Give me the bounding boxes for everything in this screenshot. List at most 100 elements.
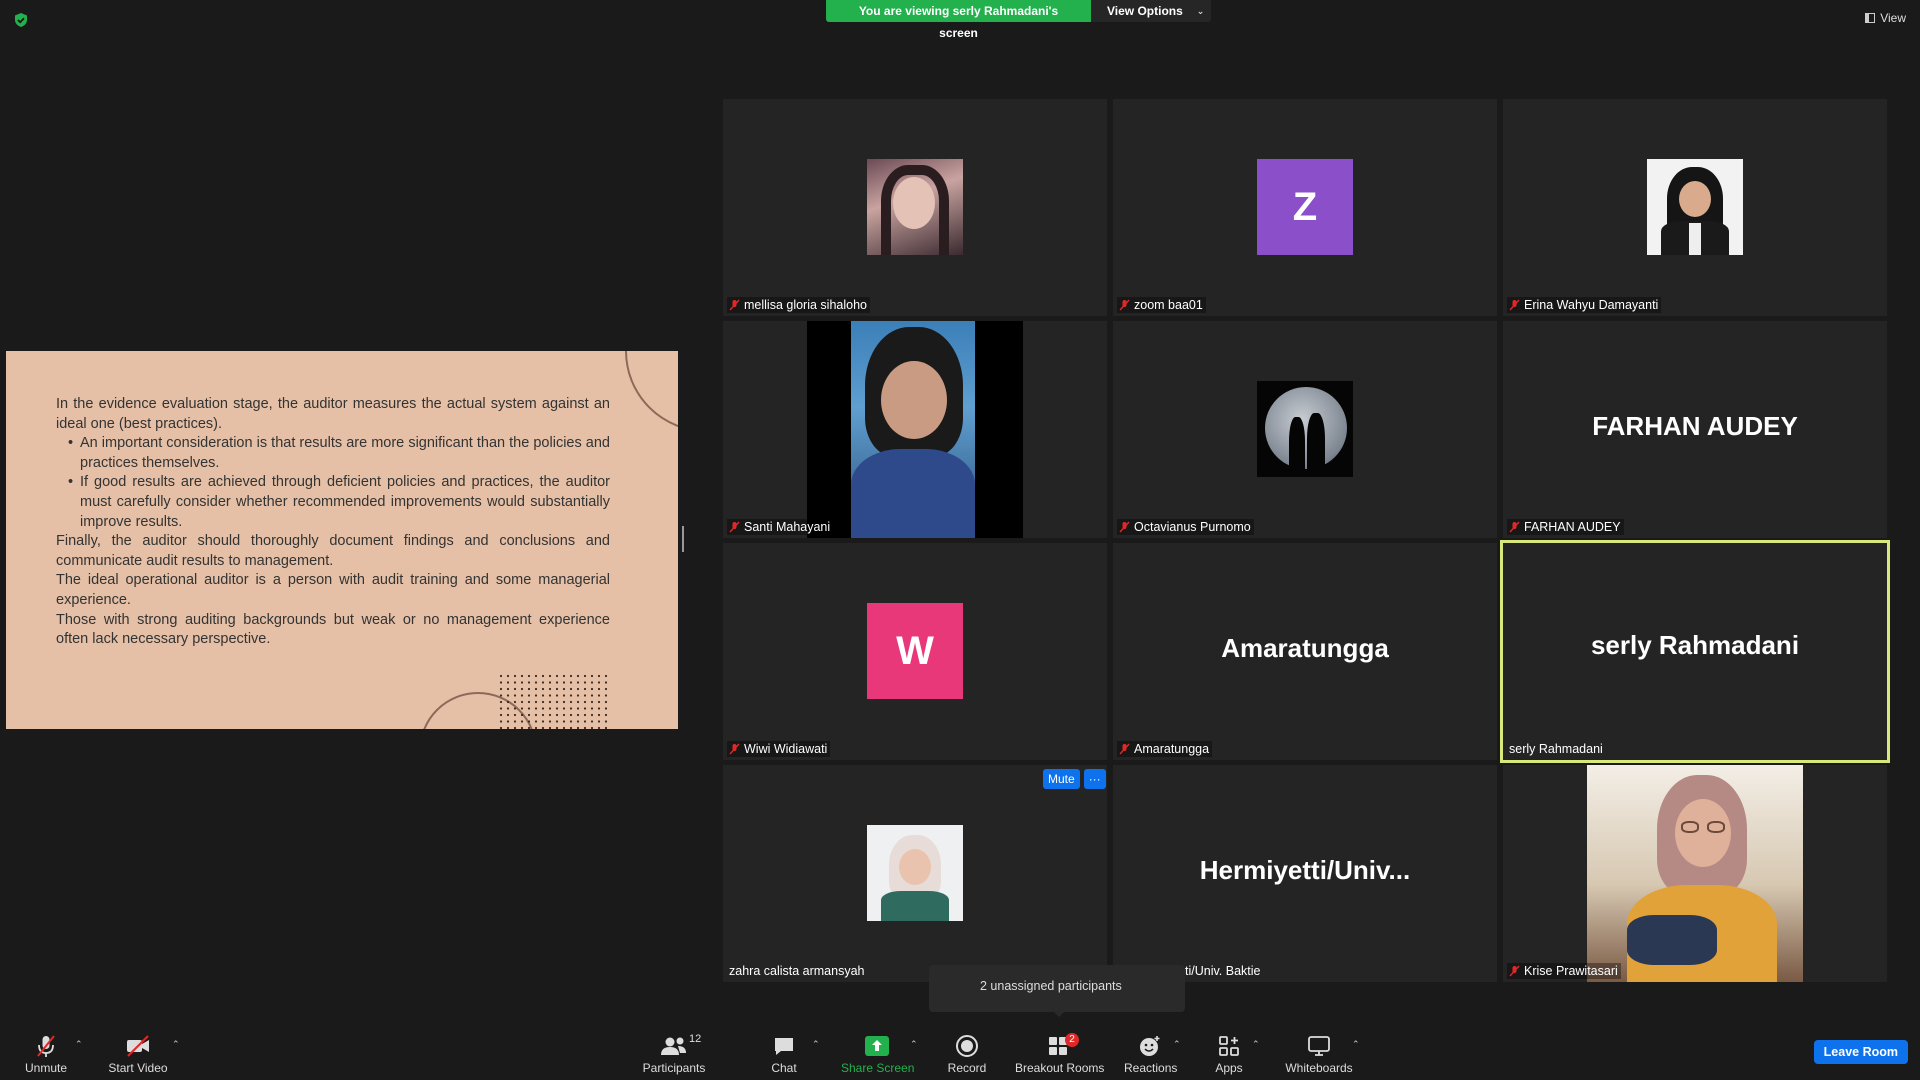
participant-tile[interactable]: FARHAN AUDEY FARHAN AUDEY [1503, 321, 1887, 538]
participant-tile[interactable]: W Wiwi Widiawati [723, 543, 1107, 760]
participant-tile[interactable]: Z zoom baa01 [1113, 99, 1497, 316]
decor-dot [590, 694, 594, 697]
decor-dot [520, 700, 524, 704]
decor-dot [506, 694, 510, 697]
chevron-up-icon[interactable]: ⌃ [75, 1039, 83, 1050]
tile-hover-controls: Mute ··· [1043, 769, 1106, 789]
decor-dot [520, 674, 524, 678]
chevron-up-icon[interactable]: ⌃ [1173, 1039, 1181, 1050]
decor-dot [590, 720, 594, 723]
avatar: W [867, 603, 963, 699]
participant-tile[interactable]: Hermiyetti/Univ... ti/Univ. Baktie [1113, 765, 1497, 982]
decor-dot [541, 674, 545, 678]
shared-screen-slide: In the evidence evaluation stage, the au… [6, 351, 678, 729]
decor-dot [576, 713, 580, 717]
unmute-button[interactable]: Unmute [18, 1033, 74, 1075]
encryption-shield-icon[interactable] [13, 12, 29, 28]
panel-splitter[interactable] [682, 526, 684, 552]
decor-dot [499, 713, 503, 717]
decor-dot [562, 726, 566, 729]
participant-tile[interactable]: Krise Prawitasari [1503, 765, 1887, 982]
apps-button[interactable]: Apps [1214, 1033, 1244, 1075]
decor-dot [541, 707, 545, 710]
decor-dot [548, 687, 552, 691]
decor-dot [569, 720, 573, 723]
decor-dot [541, 694, 545, 697]
decor-dot [583, 694, 587, 697]
breakout-unassigned-tooltip[interactable]: 2 unassigned participants [929, 965, 1185, 1012]
decor-dot [569, 674, 573, 678]
mic-muted-icon [1119, 521, 1130, 533]
chevron-up-icon[interactable]: ⌃ [910, 1039, 918, 1050]
decor-dot [562, 694, 566, 697]
participant-tile[interactable]: mellisa gloria sihaloho [723, 99, 1107, 316]
decor-dot [569, 700, 573, 704]
meeting-window: You are viewing serly Rahmadani's screen… [0, 0, 1920, 1080]
decor-dot [520, 687, 524, 691]
chevron-up-icon[interactable]: ⌃ [1352, 1039, 1360, 1050]
view-options-button[interactable]: View Options ⌄ [1091, 0, 1211, 22]
record-button[interactable]: Record [947, 1033, 987, 1075]
decor-dot [534, 713, 538, 717]
decor-dot [534, 720, 538, 723]
mic-muted-icon [729, 299, 740, 311]
chat-button[interactable]: Chat [770, 1033, 798, 1075]
decor-dot [604, 694, 608, 697]
participant-photo [1257, 381, 1353, 477]
participants-button[interactable]: Participants 12 [642, 1033, 706, 1075]
chevron-up-icon[interactable]: ⌃ [1252, 1039, 1260, 1050]
decor-dot [548, 674, 552, 678]
mute-participant-button[interactable]: Mute [1043, 769, 1080, 789]
decor-dot [541, 726, 545, 729]
participant-tile[interactable]: Octavianus Purnomo [1113, 321, 1497, 538]
decor-dot [569, 687, 573, 691]
decor-dot [604, 707, 608, 710]
participant-tile[interactable]: Erina Wahyu Damayanti [1503, 99, 1887, 316]
decor-dot [597, 674, 601, 678]
decor-dot [527, 720, 531, 723]
leave-room-button[interactable]: Leave Room [1813, 1040, 1908, 1064]
view-button[interactable]: View [1865, 11, 1906, 25]
whiteboards-button[interactable]: Whiteboards [1283, 1033, 1355, 1075]
decor-dot [583, 713, 587, 717]
decor-dot [548, 713, 552, 717]
decor-dot [590, 707, 594, 710]
participant-tile[interactable]: zahra calista armansyah [723, 765, 1107, 982]
slide-paragraph: Those with strong auditing backgrounds b… [56, 611, 610, 648]
participant-name: FARHAN AUDEY [1507, 519, 1624, 535]
participant-name: Amaratungga [1117, 741, 1213, 757]
decor-dot [520, 707, 524, 710]
decor-dot [548, 700, 552, 704]
participant-tile-active-speaker[interactable]: serly Rahmadani serly Rahmadani [1500, 540, 1890, 763]
slide-paragraph: In the evidence evaluation stage, the au… [56, 396, 610, 432]
decor-dot [569, 726, 573, 729]
more-options-button[interactable]: ··· [1083, 769, 1106, 789]
decor-dot [513, 713, 517, 717]
decor-dot [541, 687, 545, 691]
share-screen-button[interactable]: Share Screen [841, 1033, 914, 1075]
decor-dot [576, 687, 580, 691]
decor-dot [555, 687, 559, 691]
decor-dot [555, 720, 559, 723]
slide-bullet: If good results are achieved through def… [68, 473, 610, 532]
decor-dot [499, 687, 503, 691]
slide-paragraph: The ideal operational auditor is a perso… [56, 572, 610, 608]
participant-tile[interactable]: Amaratungga Amaratungga [1113, 543, 1497, 760]
chevron-up-icon[interactable]: ⌃ [812, 1039, 820, 1050]
participant-tile[interactable]: Santi Mahayani [723, 321, 1107, 538]
reactions-button[interactable]: Reactions [1124, 1033, 1177, 1075]
decor-dot [548, 726, 552, 729]
decor-dot [527, 687, 531, 691]
decor-dot [499, 694, 503, 697]
decor-dot [499, 726, 503, 729]
breakout-rooms-button[interactable]: Breakout Rooms 2 [1015, 1033, 1104, 1075]
decor-dot [534, 694, 538, 697]
breakout-count-badge: 2 [1065, 1033, 1079, 1047]
chevron-up-icon[interactable]: ⌃ [172, 1039, 180, 1050]
decor-dot [597, 720, 601, 723]
slide-paragraph: Finally, the auditor should thoroughly d… [56, 533, 610, 569]
start-video-button[interactable]: Start Video [107, 1033, 169, 1075]
mic-muted-icon [729, 743, 740, 755]
participant-display-name: Hermiyetti/Univ... [1199, 855, 1411, 885]
decor-dot [513, 694, 517, 697]
